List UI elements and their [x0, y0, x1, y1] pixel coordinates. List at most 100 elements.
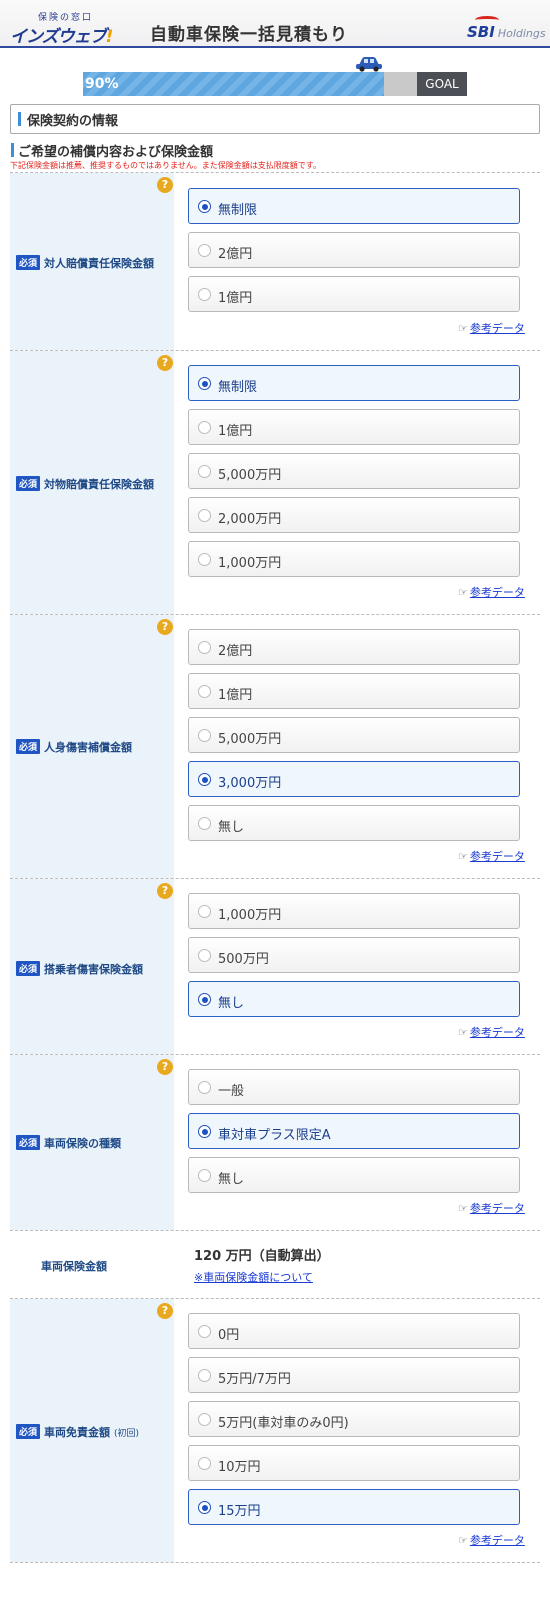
radio-unchecked-icon[interactable] — [198, 244, 211, 257]
reference-data-link-text[interactable]: 参考データ — [470, 322, 525, 335]
sbi-mark: SBI — [467, 23, 495, 41]
help-icon[interactable]: ? — [157, 1303, 173, 1319]
radio-option[interactable]: 1,000万円 — [188, 893, 520, 929]
subsection-heading-text: ご希望の補償内容および保険金額 — [18, 145, 214, 160]
radio-unchecked-icon[interactable] — [198, 1081, 211, 1094]
radio-option[interactable]: 3,000万円 — [188, 761, 520, 797]
radio-option[interactable]: 2,000万円 — [188, 497, 520, 533]
radio-unchecked-icon[interactable] — [198, 288, 211, 301]
radio-option-label: 1億円 — [218, 291, 253, 306]
radio-option[interactable]: 5万円/7万円 — [188, 1357, 520, 1393]
radio-unchecked-icon[interactable] — [198, 641, 211, 654]
reference-data-link[interactable]: ☞ 参考データ — [458, 1200, 525, 1216]
reference-data-link[interactable]: ☞ 参考データ — [458, 320, 525, 336]
radio-option[interactable]: 一般 — [188, 1069, 520, 1105]
required-badge: 必須 — [16, 255, 41, 270]
radio-option[interactable]: 1億円 — [188, 673, 520, 709]
help-icon[interactable]: ? — [157, 1059, 173, 1075]
radio-option[interactable]: 無し — [188, 981, 520, 1017]
radio-checked-icon[interactable] — [198, 993, 211, 1006]
help-icon[interactable]: ? — [157, 619, 173, 635]
radio-option[interactable]: 無し — [188, 1157, 520, 1193]
radio-checked-icon[interactable] — [198, 200, 211, 213]
radio-option-label: 車対車プラス限定A — [218, 1128, 331, 1143]
row-label: 必須 車両免責金額 (初回) — [16, 1424, 174, 1440]
row-label-text: 対物賠償責任保険金額 — [44, 478, 155, 491]
reference-data-link[interactable]: ☞ 参考データ — [458, 848, 525, 864]
radio-unchecked-icon[interactable] — [198, 1325, 211, 1338]
radio-option[interactable]: 2億円 — [188, 232, 520, 268]
radio-option-label: 1,000万円 — [218, 556, 282, 571]
radio-option[interactable]: 15万円 — [188, 1489, 520, 1525]
vehicle-amount-value: 120 万円（自動算出） — [194, 1249, 330, 1264]
radio-unchecked-icon[interactable] — [198, 553, 211, 566]
row-label-cell: 必須 対物賠償責任保険金額? — [10, 351, 174, 614]
reference-data-link-text[interactable]: 参考データ — [470, 1534, 525, 1547]
reference-data-link[interactable]: ☞ 参考データ — [458, 1024, 525, 1040]
radio-unchecked-icon[interactable] — [198, 1457, 211, 1470]
pointing-hand-icon: ☞ — [458, 1026, 468, 1039]
radio-unchecked-icon[interactable] — [198, 1369, 211, 1382]
reference-data-link[interactable]: ☞ 参考データ — [458, 1532, 525, 1548]
reference-data-link-text[interactable]: 参考データ — [470, 1202, 525, 1215]
section-heading-bar — [18, 112, 21, 126]
radio-unchecked-icon[interactable] — [198, 685, 211, 698]
radio-option[interactable]: 0円 — [188, 1313, 520, 1349]
radio-option[interactable]: 5万円(車対車のみ0円) — [188, 1401, 520, 1437]
pointing-hand-icon: ☞ — [458, 1202, 468, 1215]
radio-option[interactable]: 1億円 — [188, 409, 520, 445]
radio-option[interactable]: 無し — [188, 805, 520, 841]
form-row-vehicle-coverage-type: 必須 車両保険の種類? 一般 車対車プラス限定A 無し ☞ 参考データ — [10, 1054, 540, 1230]
reference-data-link-text[interactable]: 参考データ — [470, 1026, 525, 1039]
sbi-swoosh-icon — [475, 16, 499, 24]
row-label-cell: 必須 人身傷害補償金額? — [10, 615, 174, 878]
radio-option-label: 5万円(車対車のみ0円) — [218, 1416, 349, 1431]
radio-option[interactable]: 5,000万円 — [188, 453, 520, 489]
radio-option-label: 0円 — [218, 1328, 240, 1343]
radio-checked-icon[interactable] — [198, 1125, 211, 1138]
help-icon[interactable]: ? — [157, 355, 173, 371]
insweb-logo[interactable]: 保険の窓口 インズウェブ! — [10, 10, 122, 47]
radio-option[interactable]: 無制限 — [188, 188, 520, 224]
radio-unchecked-icon[interactable] — [198, 465, 211, 478]
radio-unchecked-icon[interactable] — [198, 1413, 211, 1426]
radio-checked-icon[interactable] — [198, 773, 211, 786]
radio-unchecked-icon[interactable] — [198, 817, 211, 830]
logo-text-main: インズウェブ — [10, 27, 107, 47]
radio-unchecked-icon[interactable] — [198, 509, 211, 522]
reference-data-link-text[interactable]: 参考データ — [470, 586, 525, 599]
radio-option[interactable]: 車対車プラス限定A — [188, 1113, 520, 1149]
radio-unchecked-icon[interactable] — [198, 421, 211, 434]
radio-unchecked-icon[interactable] — [198, 729, 211, 742]
required-badge: 必須 — [16, 739, 41, 754]
radio-checked-icon[interactable] — [198, 377, 211, 390]
row-label-cell: 必須 搭乗者傷害保険金額? — [10, 879, 174, 1054]
required-badge: 必須 — [16, 1135, 41, 1150]
required-badge: 必須 — [16, 476, 41, 491]
reference-data-link[interactable]: ☞ 参考データ — [458, 584, 525, 600]
radio-option[interactable]: 1,000万円 — [188, 541, 520, 577]
radio-option[interactable]: 10万円 — [188, 1445, 520, 1481]
radio-unchecked-icon[interactable] — [198, 1169, 211, 1182]
radio-checked-icon[interactable] — [198, 1501, 211, 1514]
radio-unchecked-icon[interactable] — [198, 905, 211, 918]
progress-percent: 90% — [85, 76, 119, 92]
row-label: 必須 人身傷害補償金額 — [16, 739, 174, 755]
reference-data-link-text[interactable]: 参考データ — [470, 850, 525, 863]
vehicle-amount-info-link[interactable]: ※車両保険金額について — [194, 1269, 313, 1285]
radio-option[interactable]: 無制限 — [188, 365, 520, 401]
radio-option-label: 無制限 — [218, 380, 258, 395]
header: 保険の窓口 インズウェブ! 自動車保険一括見積もり SBI Holdings — [0, 0, 550, 48]
radio-unchecked-icon[interactable] — [198, 949, 211, 962]
radio-option[interactable]: 500万円 — [188, 937, 520, 973]
help-icon[interactable]: ? — [157, 883, 173, 899]
radio-option-label: 無制限 — [218, 203, 258, 218]
form-row-property-damage: 必須 対物賠償責任保険金額? 無制限 1億円 5,000万円 2,000万円 1,000万円… — [10, 350, 540, 614]
help-icon[interactable]: ? — [157, 177, 173, 193]
radio-option[interactable]: 5,000万円 — [188, 717, 520, 753]
radio-option-label: 無し — [218, 996, 245, 1011]
radio-option[interactable]: 2億円 — [188, 629, 520, 665]
radio-option[interactable]: 1億円 — [188, 276, 520, 312]
form-row-vehicle-amount: 車両保険金額 120 万円（自動算出） ※車両保険金額について — [10, 1230, 540, 1298]
form-row-personal-injury: 必須 人身傷害補償金額? 2億円 1億円 5,000万円 3,000万円 無し ☞ 参考データ — [10, 614, 540, 878]
